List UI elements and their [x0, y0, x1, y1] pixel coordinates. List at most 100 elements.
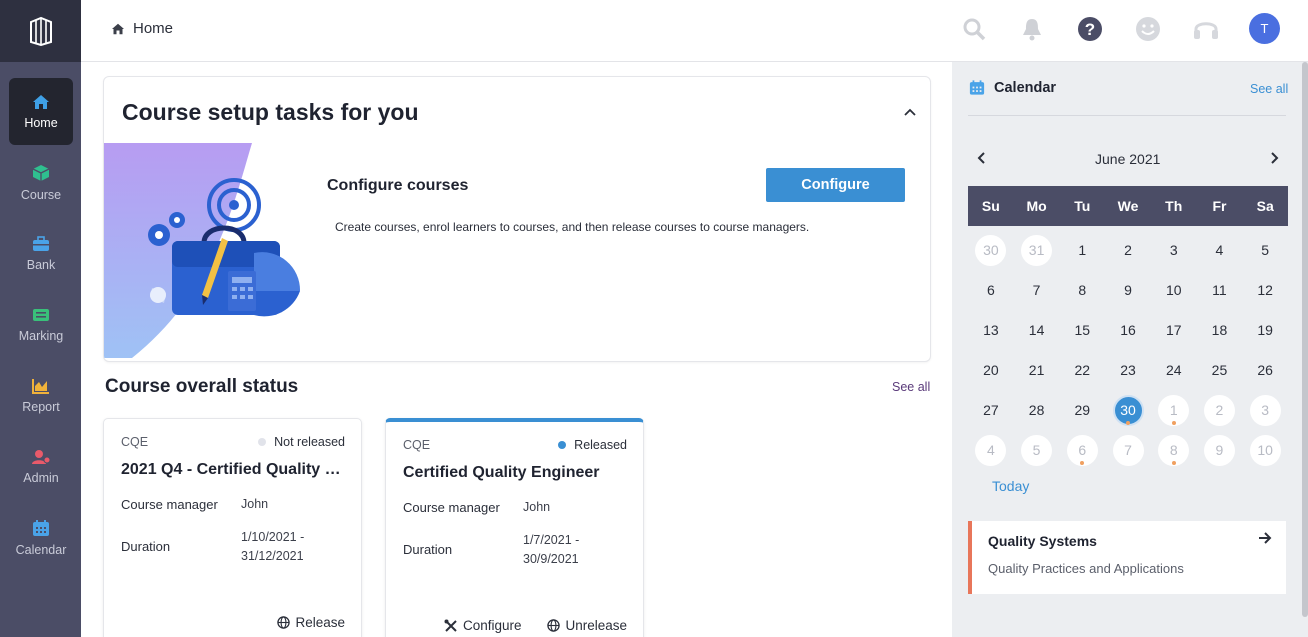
calendar-day[interactable]: 12	[1242, 270, 1288, 310]
day-number: 2	[1203, 394, 1235, 426]
calendar-day[interactable]: 2	[1197, 390, 1243, 430]
calendar-day[interactable]: 27	[968, 390, 1014, 430]
setup-title: Course setup tasks for you	[122, 99, 419, 125]
headset-icon	[1194, 21, 1218, 39]
calendar-day[interactable]: 26	[1242, 350, 1288, 390]
user-avatar[interactable]: T	[1249, 13, 1280, 44]
calendar-day[interactable]: 22	[1059, 350, 1105, 390]
calendar-day[interactable]: 6	[1059, 430, 1105, 470]
calendar-day[interactable]: 7	[1014, 270, 1060, 310]
release-button[interactable]: Release	[277, 615, 345, 630]
support-button[interactable]	[1191, 14, 1221, 44]
status-see-all-link[interactable]: See all	[892, 380, 930, 394]
calendar-day[interactable]: 29	[1059, 390, 1105, 430]
app-logo[interactable]	[0, 0, 81, 62]
calendar-day[interactable]: 31	[1014, 230, 1060, 270]
calendar-day[interactable]: 3	[1151, 230, 1197, 270]
marking-icon	[33, 308, 49, 321]
calendar-day[interactable]: 6	[968, 270, 1014, 310]
calendar-day[interactable]: 13	[968, 310, 1014, 350]
calendar-day[interactable]: 5	[1014, 430, 1060, 470]
calendar-day[interactable]: 3	[1242, 390, 1288, 430]
feedback-button[interactable]	[1133, 14, 1163, 44]
calendar-day[interactable]: 1	[1151, 390, 1197, 430]
course-card[interactable]: CQE Not released 2021 Q4 - Certified Qua…	[103, 418, 362, 637]
calendar-day[interactable]: 7	[1105, 430, 1151, 470]
calendar-day[interactable]: 9	[1197, 430, 1243, 470]
scrollbar-thumb[interactable]	[1302, 62, 1308, 617]
calendar-day[interactable]: 24	[1151, 350, 1197, 390]
calendar-day[interactable]: 28	[1014, 390, 1060, 430]
calendar-day[interactable]: 9	[1105, 270, 1151, 310]
manager-value: John	[241, 497, 269, 511]
event-card[interactable]: Quality Systems Quality Practices and Ap…	[968, 521, 1286, 594]
calendar-day[interactable]: 14	[1014, 310, 1060, 350]
calendar-day-today[interactable]: 30	[1105, 390, 1151, 430]
calendar-day[interactable]: 8	[1151, 430, 1197, 470]
calendar-day[interactable]: 11	[1197, 270, 1243, 310]
sidebar-item-label: Admin	[23, 470, 59, 485]
next-month-button[interactable]	[1270, 151, 1280, 169]
event-dot	[1171, 421, 1176, 425]
breadcrumb[interactable]: Home	[111, 20, 173, 37]
calendar-day[interactable]: 23	[1105, 350, 1151, 390]
calendar-day[interactable]: 1	[1059, 230, 1105, 270]
configure-courses-title: Configure courses	[327, 177, 469, 194]
search-button[interactable]	[959, 14, 989, 44]
calendar-day[interactable]: 15	[1059, 310, 1105, 350]
calendar-day[interactable]: 10	[1242, 430, 1288, 470]
course-title[interactable]: 2021 Q4 - Certified Quality Engineer	[121, 461, 351, 479]
calendar-day[interactable]: 8	[1059, 270, 1105, 310]
today-link[interactable]: Today	[992, 478, 1029, 494]
calendar-day[interactable]: 20	[968, 350, 1014, 390]
calendar-day[interactable]: 18	[1197, 310, 1243, 350]
sidebar-item-admin[interactable]: Admin	[9, 433, 73, 500]
collapse-button[interactable]	[904, 103, 916, 121]
day-number: 25	[1211, 362, 1228, 378]
unrelease-button[interactable]: Unrelease	[547, 618, 627, 633]
sidebar-item-marking[interactable]: Marking	[9, 291, 73, 358]
calendar-day[interactable]: 21	[1014, 350, 1060, 390]
sidebar-item-course[interactable]: Course	[9, 149, 73, 216]
prev-month-button[interactable]	[976, 151, 986, 169]
calendar-day[interactable]: 2	[1105, 230, 1151, 270]
calendar-day[interactable]: 17	[1151, 310, 1197, 350]
day-number: 29	[1074, 402, 1091, 418]
calendar-day[interactable]: 25	[1197, 350, 1243, 390]
sidebar-item-calendar[interactable]: Calendar	[9, 504, 73, 571]
weekday-label: Sa	[1256, 198, 1274, 214]
day-number: 3	[1169, 242, 1178, 258]
weekday-label: Fr	[1212, 198, 1227, 214]
help-button[interactable]: ?	[1075, 14, 1105, 44]
calendar-see-all-link[interactable]: See all	[1250, 82, 1288, 96]
configure-description: Create courses, enrol learners to course…	[335, 220, 810, 234]
right-scrollbar[interactable]	[1302, 62, 1308, 617]
globe-icon	[547, 619, 561, 632]
day-number: 4	[975, 434, 1007, 466]
calendar-day[interactable]: 5	[1242, 230, 1288, 270]
status-badge: Released	[558, 438, 627, 452]
notifications-button[interactable]	[1017, 14, 1047, 44]
day-number: 14	[1028, 322, 1045, 338]
briefcase-icon	[33, 235, 49, 251]
calendar-day[interactable]: 10	[1151, 270, 1197, 310]
event-open-button[interactable]	[1258, 531, 1272, 549]
calendar-day[interactable]: 4	[968, 430, 1014, 470]
course-title[interactable]: Certified Quality Engineer	[403, 464, 633, 482]
calendar-day[interactable]: 16	[1105, 310, 1151, 350]
day-number: 26	[1257, 362, 1273, 378]
calendar-day[interactable]: 4	[1197, 230, 1243, 270]
status-badge: Not released	[258, 435, 345, 449]
top-header: Home ? T	[81, 0, 1308, 62]
configure-course-button[interactable]: Configure	[444, 618, 522, 633]
day-number: 10	[1249, 434, 1281, 466]
course-status-title: Course overall status	[105, 376, 299, 397]
sidebar-item-bank[interactable]: Bank	[9, 220, 73, 287]
calendar-day[interactable]: 19	[1242, 310, 1288, 350]
unrelease-label: Unrelease	[565, 618, 627, 633]
calendar-day[interactable]: 30	[968, 230, 1014, 270]
configure-button[interactable]: Configure	[766, 168, 905, 202]
sidebar-item-home[interactable]: Home	[9, 78, 73, 145]
course-card[interactable]: CQE Released Certified Quality Engineer …	[385, 418, 644, 637]
sidebar-item-report[interactable]: Report	[9, 362, 73, 429]
